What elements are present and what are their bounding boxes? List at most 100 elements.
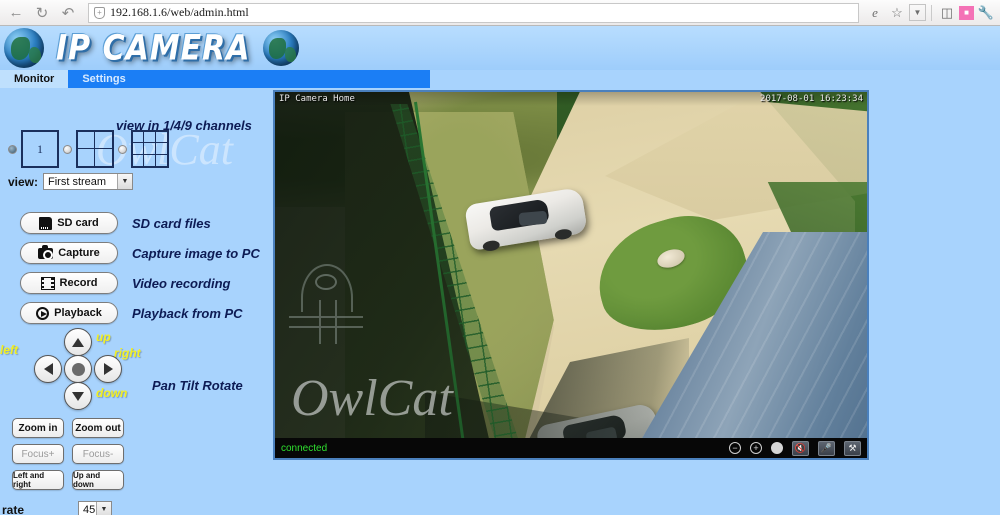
playground-bar	[289, 326, 363, 328]
play-icon	[36, 306, 50, 320]
annotation-record: Video recording	[132, 275, 231, 291]
view-stream-select[interactable]: First stream ▼	[43, 173, 134, 190]
playback-button-label: Playback	[54, 307, 102, 319]
rate-row: rate 45 ▼	[0, 496, 150, 515]
favorites-star-icon[interactable]: ☆	[887, 3, 907, 23]
channel-grid-1[interactable]: 1	[21, 130, 59, 168]
parameter-fields: rate 45 ▼ presetting 1	[0, 496, 150, 515]
sd-card-icon	[39, 216, 53, 230]
url-text: 192.168.1.6/web/admin.html	[110, 5, 249, 19]
up-and-down-button[interactable]: Up and down	[72, 470, 124, 490]
history-arrow-icon[interactable]: ↶	[56, 2, 80, 24]
wrench-icon[interactable]: 🔧	[976, 3, 996, 23]
button-row-scan: Left and right Up and down	[12, 470, 124, 490]
chevron-down-icon: ▼	[117, 174, 133, 189]
view-stream-value: First stream	[48, 175, 107, 188]
action-row-sdcard: SD card SD card files	[20, 208, 260, 238]
action-button-list: SD card SD card files Capture Capture im…	[20, 208, 260, 328]
notification-badge-icon[interactable]: ■	[959, 5, 974, 20]
ptz-down-button[interactable]	[64, 382, 92, 410]
ptz-extra-buttons: Zoom in Zoom out Focus+ Focus- Left and …	[12, 418, 124, 496]
toolbar-divider	[931, 4, 932, 21]
globe-icon	[4, 28, 44, 68]
button-row-focus: Focus+ Focus-	[12, 444, 124, 464]
zoom-in-icon[interactable]: +	[750, 442, 762, 454]
video-player[interactable]: OwlCat IP Camera Home 2017-08-01 16:23:3…	[273, 90, 869, 460]
playground-post	[319, 300, 321, 344]
focus-plus-button[interactable]: Focus+	[12, 444, 64, 464]
view-stream-row: view: First stream ▼	[8, 173, 134, 190]
split-panel-icon[interactable]: ◫	[937, 3, 957, 23]
rate-value: 45	[83, 503, 96, 515]
rate-select[interactable]: 45 ▼	[78, 501, 112, 515]
address-bar[interactable]: + 192.168.1.6/web/admin.html	[88, 2, 859, 23]
channel-grid-9[interactable]	[131, 130, 169, 168]
shield-plus-icon: +	[94, 6, 105, 19]
focus-minus-button[interactable]: Focus-	[72, 444, 124, 464]
annotation-playback: Playback from PC	[132, 305, 243, 321]
ptz-center-button[interactable]	[64, 355, 92, 383]
tools-icon[interactable]: ⚒	[844, 440, 861, 456]
tab-bar: Monitor Settings	[0, 70, 430, 88]
ptz-dpad: left up right down	[0, 328, 141, 410]
tab-monitor[interactable]: Monitor	[0, 70, 69, 88]
video-overlay-topbar: IP Camera Home 2017-08-01 16:23:34	[275, 92, 867, 106]
capture-button-label: Capture	[58, 247, 100, 259]
annotation-sdcard: SD card files	[132, 215, 211, 231]
button-row-zoom: Zoom in Zoom out	[12, 418, 124, 438]
video-control-group: − + 🔇 🎤 ⚒	[729, 440, 861, 456]
triangle-down-icon	[72, 391, 84, 401]
annotation-ptz: Pan Tilt Rotate	[152, 378, 243, 393]
ptz-right-button[interactable]	[94, 355, 122, 383]
speaker-mute-icon[interactable]: 🔇	[792, 440, 809, 456]
action-row-capture: Capture Capture image to PC	[20, 238, 260, 268]
control-sidebar: view in 1/4/9 channels 1 view: First str…	[0, 88, 272, 515]
page-title: IP CAMERA	[56, 27, 251, 69]
car-window	[518, 210, 548, 227]
capture-button[interactable]: Capture	[20, 242, 118, 264]
film-icon	[40, 276, 55, 290]
zoom-out-icon[interactable]: −	[729, 442, 741, 454]
tab-settings[interactable]: Settings	[68, 70, 139, 88]
rate-label: rate	[2, 502, 25, 515]
sd-card-button[interactable]: SD card	[20, 212, 118, 234]
page-body: IP CAMERA Monitor Settings OwlCat view i…	[0, 26, 1000, 515]
mic-mute-icon[interactable]: 🎤	[818, 440, 835, 456]
radio-channel-4[interactable]	[63, 144, 72, 154]
globe-icon	[262, 30, 299, 66]
video-status-bar: connected − + 🔇 🎤 ⚒	[275, 438, 867, 458]
back-arrow-icon[interactable]: ←	[4, 2, 28, 24]
ptz-left-button[interactable]	[34, 355, 62, 383]
zoom-in-button[interactable]: Zoom in	[12, 418, 64, 438]
camera-icon	[38, 244, 54, 260]
channel-selector: 1	[8, 130, 169, 168]
view-label: view:	[8, 174, 39, 189]
annotation-capture: Capture image to PC	[132, 245, 260, 261]
refresh-icon[interactable]: ↻	[30, 2, 54, 24]
record-button-label: Record	[59, 277, 98, 289]
ptz-up-button[interactable]	[64, 328, 92, 356]
video-timestamp: 2017-08-01 16:23:34	[760, 94, 863, 104]
playground-ring	[315, 274, 337, 290]
playback-button[interactable]: Playback	[20, 302, 118, 324]
record-button[interactable]: Record	[20, 272, 118, 294]
sd-card-button-label: SD card	[57, 217, 99, 229]
ptz-label-right: right	[114, 346, 141, 360]
ptz-label-down: down	[96, 386, 128, 400]
video-stream-image: OwlCat	[275, 92, 867, 458]
left-and-right-button[interactable]: Left and right	[12, 470, 64, 490]
edge-logo-icon[interactable]: e	[865, 3, 885, 23]
action-row-record: Record Video recording	[20, 268, 260, 298]
chevron-down-icon[interactable]: ▼	[909, 4, 926, 21]
radio-channel-1[interactable]	[8, 144, 17, 154]
playground-post	[335, 300, 337, 344]
radio-channel-9[interactable]	[118, 144, 127, 154]
triangle-right-icon	[103, 363, 113, 375]
playground-bar	[289, 316, 363, 318]
action-row-playback: Playback Playback from PC	[20, 298, 260, 328]
channel-grid-4[interactable]	[76, 130, 114, 168]
zoom-out-button[interactable]: Zoom out	[72, 418, 124, 438]
chevron-down-icon: ▼	[96, 502, 111, 515]
snapshot-icon[interactable]	[771, 442, 783, 454]
video-overlay-title: IP Camera Home	[279, 94, 355, 104]
